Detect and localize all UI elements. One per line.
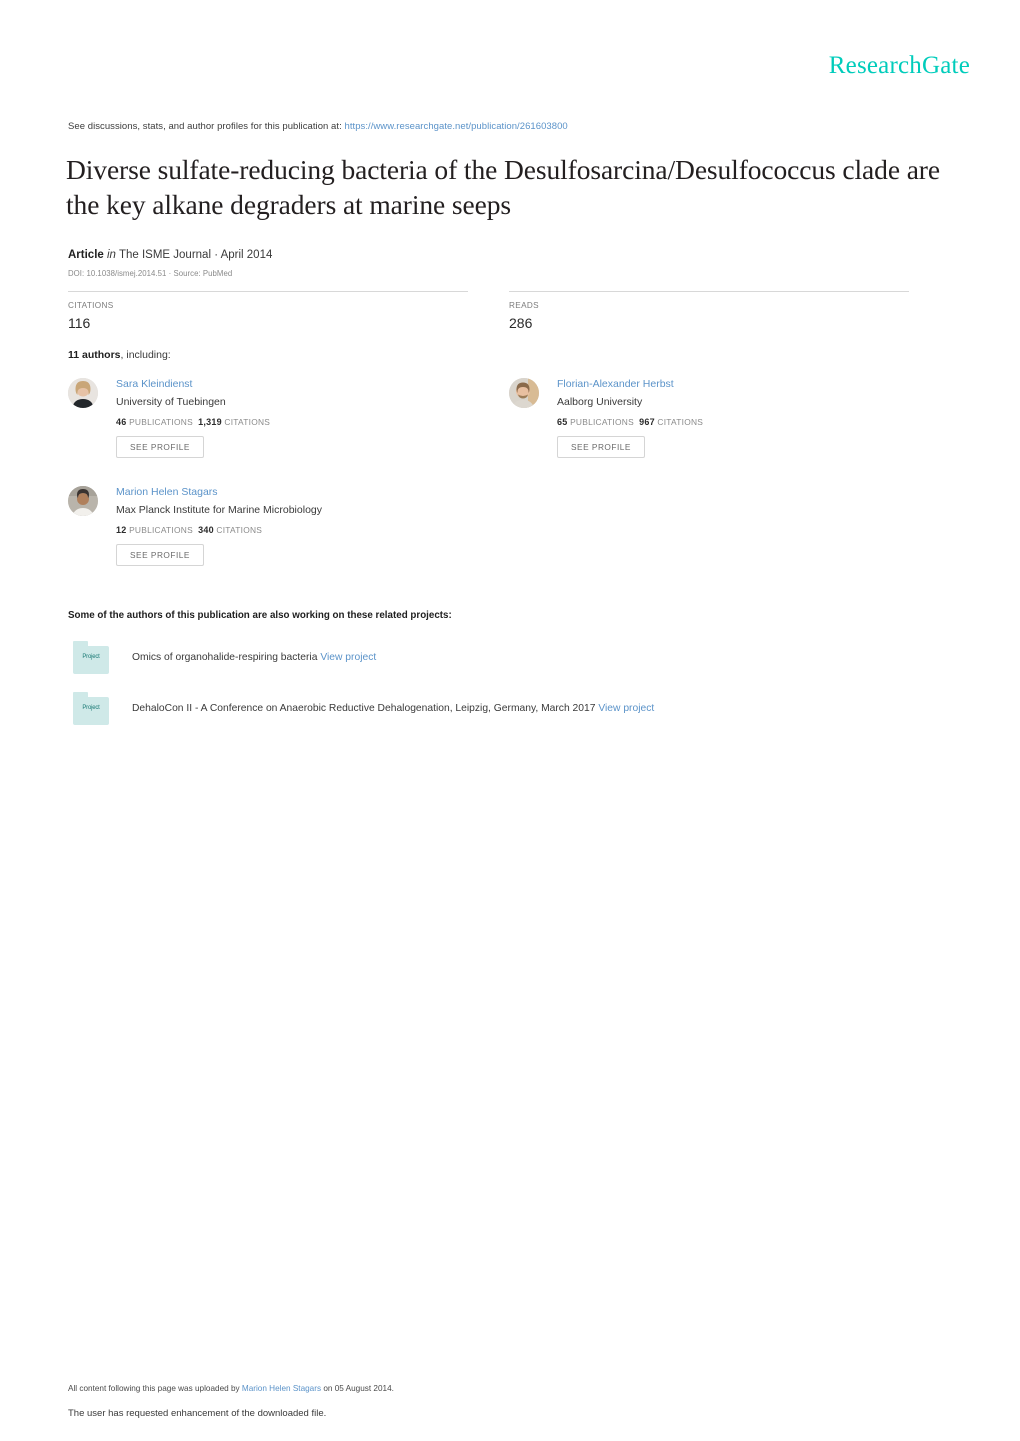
- citations-value: 116: [68, 315, 91, 331]
- view-project-link[interactable]: View project: [320, 652, 376, 663]
- project-title: Omics of organohalide-respiring bacteria: [132, 652, 318, 663]
- author-card: Marion Helen Stagars Max Planck Institut…: [68, 485, 488, 580]
- authors-count: 11 authors: [68, 349, 121, 361]
- author-citations-count: 1,319: [198, 417, 222, 427]
- author-metrics: 46 PUBLICATIONS 1,319 CITATIONS: [116, 417, 270, 427]
- author-institution: University of Tuebingen: [116, 396, 226, 408]
- upload-note-prefix: All content following this page was uplo…: [68, 1384, 240, 1393]
- upload-note-suffix: on 05 August 2014.: [323, 1384, 394, 1393]
- avatar: [68, 486, 98, 516]
- view-project-link[interactable]: View project: [598, 703, 654, 714]
- uploader-link[interactable]: Marion Helen Stagars: [242, 1384, 321, 1393]
- citations-divider: [68, 291, 468, 292]
- publication-cover-page: ResearchGate See discussions, stats, and…: [0, 0, 1020, 1441]
- doi-source-line: DOI: 10.1038/ismej.2014.51 · Source: Pub…: [68, 269, 233, 278]
- discussions-prefix: See discussions, stats, and author profi…: [68, 121, 342, 132]
- author-citations-count: 340: [198, 525, 214, 535]
- citations-label: CITATIONS: [68, 301, 114, 310]
- project-row[interactable]: Project Omics of organohalide-respiring …: [68, 641, 928, 677]
- project-text: Omics of organohalide-respiring bacteria…: [132, 652, 376, 663]
- enhancement-note: The user has requested enhancement of th…: [68, 1408, 327, 1419]
- author-metrics: 12 PUBLICATIONS 340 CITATIONS: [116, 525, 262, 535]
- project-title: DehaloCon II - A Conference on Anaerobic…: [132, 703, 596, 714]
- project-text: DehaloCon II - A Conference on Anaerobic…: [132, 703, 654, 714]
- researchgate-logo[interactable]: ResearchGate: [829, 52, 970, 80]
- author-publications-count: 46: [116, 417, 127, 427]
- author-name-link[interactable]: Florian-Alexander Herbst: [557, 378, 674, 390]
- avatar: [509, 378, 539, 408]
- reads-value: 286: [509, 315, 533, 331]
- reads-label: READS: [509, 301, 539, 310]
- author-publications-label: PUBLICATIONS: [129, 417, 193, 427]
- project-folder-label: Project: [82, 705, 100, 711]
- upload-note: All content following this page was uplo…: [68, 1384, 394, 1393]
- author-publications-count: 12: [116, 525, 127, 535]
- article-type-label: Article: [68, 249, 104, 261]
- author-citations-label: CITATIONS: [657, 417, 704, 427]
- author-citations-count: 967: [639, 417, 655, 427]
- publication-url-link[interactable]: https://www.researchgate.net/publication…: [344, 121, 567, 132]
- author-card: Florian-Alexander Herbst Aalborg Univers…: [509, 377, 929, 472]
- author-citations-label: CITATIONS: [224, 417, 271, 427]
- related-projects-heading: Some of the authors of this publication …: [68, 610, 452, 621]
- author-publications-count: 65: [557, 417, 568, 427]
- see-profile-button[interactable]: SEE PROFILE: [116, 436, 204, 458]
- avatar: [68, 378, 98, 408]
- article-in-label: in: [107, 249, 116, 261]
- reads-divider: [509, 291, 909, 292]
- see-profile-button[interactable]: SEE PROFILE: [557, 436, 645, 458]
- project-folder-icon: Project: [73, 692, 109, 725]
- author-institution: Aalborg University: [557, 396, 643, 408]
- article-venue: The ISME Journal · April 2014: [118, 249, 273, 261]
- discussions-line: See discussions, stats, and author profi…: [68, 121, 568, 132]
- author-name-link[interactable]: Sara Kleindienst: [116, 378, 192, 390]
- author-institution: Max Planck Institute for Marine Microbio…: [116, 504, 322, 516]
- project-row[interactable]: Project DehaloCon II - A Conference on A…: [68, 692, 928, 728]
- authors-heading: 11 authors, including:: [68, 349, 171, 361]
- authors-including: , including:: [120, 349, 171, 361]
- author-card: Sara Kleindienst University of Tuebingen…: [68, 377, 488, 472]
- page-title: Diverse sulfate-reducing bacteria of the…: [66, 154, 940, 220]
- author-metrics: 65 PUBLICATIONS 967 CITATIONS: [557, 417, 703, 427]
- see-profile-button[interactable]: SEE PROFILE: [116, 544, 204, 566]
- author-publications-label: PUBLICATIONS: [129, 525, 193, 535]
- author-citations-label: CITATIONS: [216, 525, 263, 535]
- author-name-link[interactable]: Marion Helen Stagars: [116, 486, 218, 498]
- project-folder-icon: Project: [73, 641, 109, 674]
- author-publications-label: PUBLICATIONS: [570, 417, 634, 427]
- article-meta: Article in The ISME Journal · April 2014: [68, 249, 272, 261]
- project-folder-label: Project: [82, 654, 100, 660]
